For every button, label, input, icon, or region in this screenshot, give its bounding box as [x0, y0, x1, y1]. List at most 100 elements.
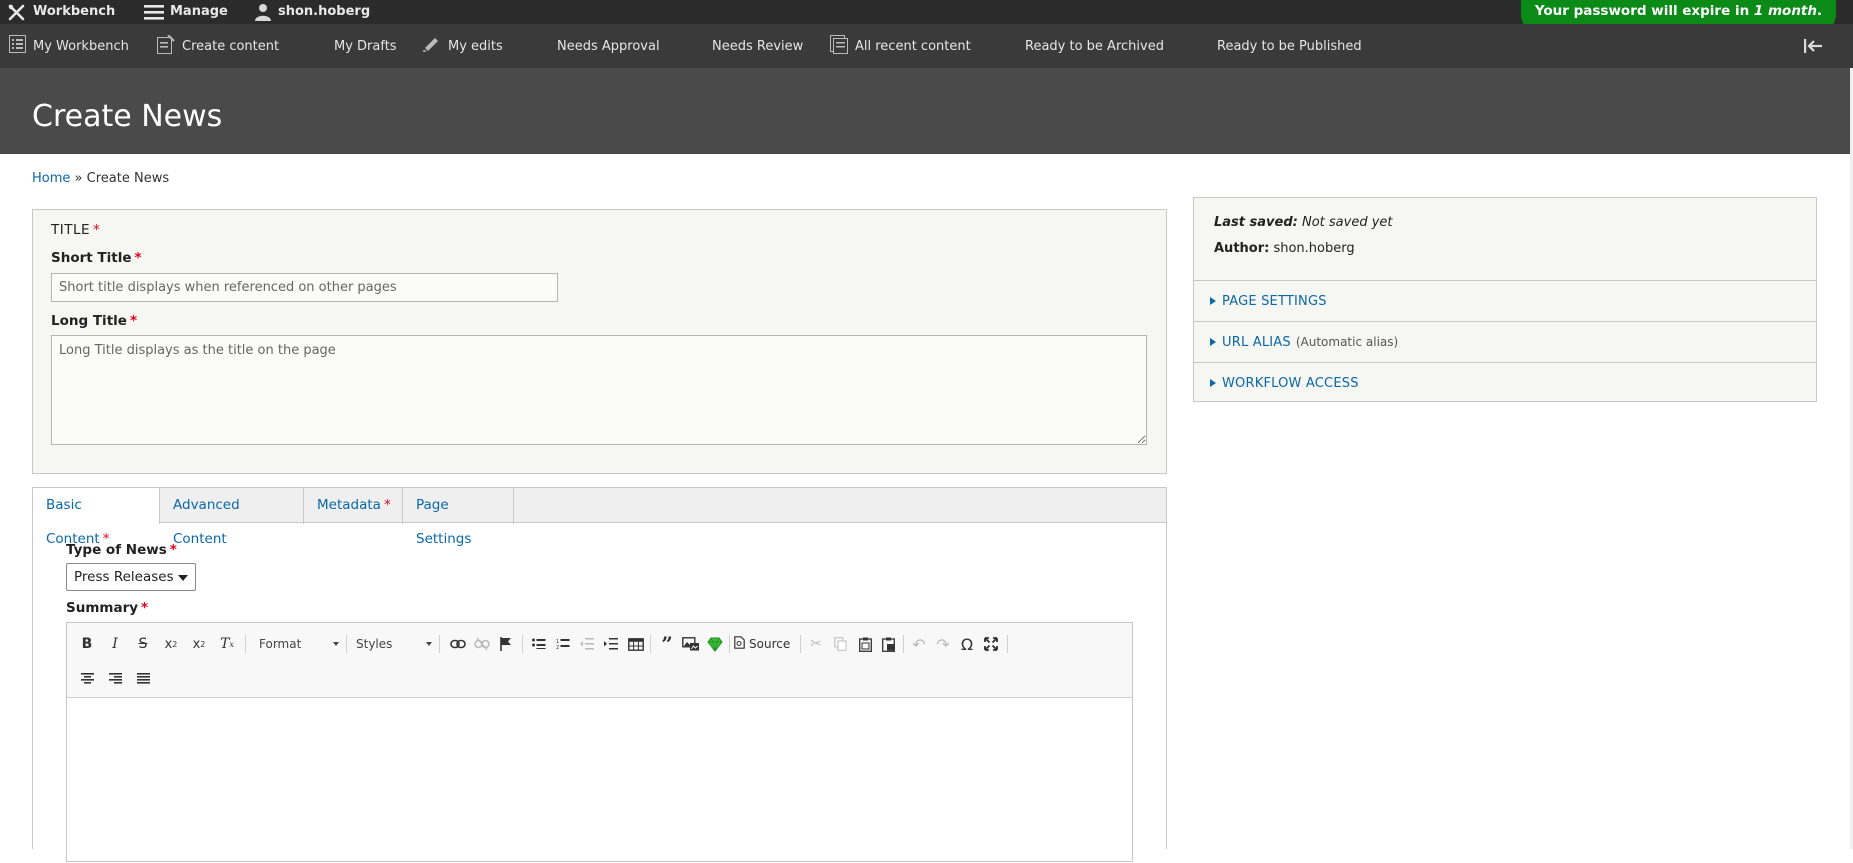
paste-from-word-icon[interactable] — [878, 633, 900, 655]
tab-label: Basic Content — [46, 497, 100, 547]
tab-label: Advanced Content — [173, 497, 240, 547]
chevron-down-icon — [178, 575, 188, 581]
news-type-select[interactable]: Press Releases — [66, 563, 196, 591]
toolbar-separator — [522, 635, 523, 653]
blockquote-icon[interactable]: ” — [656, 632, 678, 656]
summary-label-text: Summary — [66, 600, 139, 616]
align-right-icon[interactable] — [104, 667, 126, 689]
manage-toolbar-item[interactable]: Manage — [144, 0, 228, 24]
tray-item-ready-archived[interactable]: Ready to be Archived — [1025, 24, 1164, 68]
long-title-textarea[interactable] — [51, 335, 1147, 445]
paste-icon[interactable] — [854, 633, 876, 655]
workbench-label: Workbench — [33, 4, 116, 19]
tray-item-needs-approval[interactable]: Needs Approval — [557, 24, 660, 68]
styles-dropdown-label: Styles — [356, 637, 393, 651]
tray-label: My Drafts — [334, 38, 397, 54]
outdent-icon[interactable] — [576, 633, 598, 655]
section-label: URL Alias — [1222, 334, 1291, 350]
tray-item-my-drafts[interactable]: My Drafts — [334, 24, 397, 68]
tray-item-create-content[interactable]: Create content — [157, 24, 279, 68]
bold-icon[interactable]: B — [76, 633, 98, 655]
pencil-icon — [423, 36, 441, 56]
maximize-icon[interactable] — [980, 633, 1002, 655]
anchor-flag-icon[interactable] — [495, 633, 517, 655]
superscript-icon[interactable]: x2 — [188, 633, 210, 655]
author-value: shon.hoberg — [1273, 241, 1355, 256]
long-title-label: Long Title * — [51, 313, 137, 329]
tab-bar: Basic Content * Advanced Content Metadata… — [33, 488, 1166, 547]
expand-triangle-icon — [1210, 297, 1216, 305]
tray-item-my-edits[interactable]: My edits — [423, 24, 503, 68]
url-alias-section-toggle[interactable]: URL Alias (Automatic alias) — [1194, 321, 1816, 362]
link-icon[interactable] — [447, 633, 469, 655]
cut-icon[interactable]: ✂ — [805, 633, 827, 655]
source-icon — [734, 636, 745, 652]
tray-item-needs-review[interactable]: Needs Review — [712, 24, 803, 68]
user-name: shon.hoberg — [278, 4, 371, 19]
tab-page-settings[interactable]: Page Settings — [403, 488, 514, 547]
table-icon[interactable] — [625, 633, 647, 655]
entity-meta-sidebar: Last saved: Not saved yet Author: shon.h… — [1193, 197, 1817, 402]
news-type-label-text: Type of News — [66, 542, 167, 558]
tab-basic-content[interactable]: Basic Content * — [33, 488, 160, 547]
title-legend: Title * — [51, 222, 100, 238]
short-title-input[interactable] — [51, 273, 558, 302]
tab-metadata[interactable]: Metadata * — [304, 488, 403, 524]
workflow-access-section-toggle[interactable]: Workflow Access — [1194, 362, 1816, 403]
format-dropdown-label: Format — [259, 637, 302, 651]
styles-dropdown[interactable]: Styles — [356, 633, 432, 655]
toolbar-separator — [1007, 635, 1008, 653]
page-settings-section-toggle[interactable]: Page Settings — [1194, 280, 1816, 321]
subscript-icon[interactable]: x2 — [160, 633, 182, 655]
expand-triangle-icon — [1210, 338, 1216, 346]
collapse-tray-icon[interactable] — [1803, 38, 1823, 54]
align-center-icon[interactable] — [76, 667, 98, 689]
justify-icon[interactable] — [132, 667, 154, 689]
numbered-list-icon[interactable]: 12 — [552, 633, 574, 655]
tray-label: Ready to be Published — [1217, 38, 1362, 54]
redo-icon[interactable]: ↷ — [932, 633, 954, 655]
tab-advanced-content[interactable]: Advanced Content — [160, 488, 304, 547]
required-marker: * — [141, 600, 149, 616]
breadcrumb-home-link[interactable]: Home — [32, 171, 70, 186]
tray-item-my-workbench[interactable]: My Workbench — [9, 24, 129, 68]
format-dropdown[interactable]: Format — [259, 633, 339, 655]
italic-icon[interactable]: I — [104, 633, 126, 655]
remove-format-icon[interactable]: Tx — [216, 633, 238, 655]
tab-label: Metadata — [317, 497, 381, 513]
source-button[interactable]: Source — [734, 633, 794, 655]
last-saved-line: Last saved: Not saved yet — [1214, 215, 1393, 230]
toolbar-separator — [729, 635, 730, 653]
page-header: Create News — [0, 68, 1850, 154]
toolbar-separator — [439, 635, 440, 653]
tray-item-ready-published[interactable]: Ready to be Published — [1217, 24, 1362, 68]
strikethrough-icon[interactable]: S — [132, 633, 154, 655]
unlink-icon[interactable] — [471, 633, 493, 655]
tab-label: Page Settings — [416, 497, 472, 547]
hamburger-icon — [144, 4, 164, 20]
workbench-toolbar-item[interactable]: Workbench — [8, 0, 115, 24]
password-notice-emphasis: 1 month — [1753, 2, 1818, 19]
copy-icon[interactable] — [829, 633, 851, 655]
indent-icon[interactable] — [600, 633, 622, 655]
tray-label: Needs Approval — [557, 38, 660, 54]
news-type-selected-value: Press Releases — [74, 569, 174, 585]
user-icon — [254, 3, 272, 21]
required-marker: * — [93, 222, 101, 238]
section-label: Workflow Access — [1222, 375, 1359, 391]
editor-content-area[interactable] — [67, 699, 1132, 863]
password-notice-suffix: . — [1817, 2, 1823, 19]
user-toolbar-item[interactable]: shon.hoberg — [254, 0, 370, 24]
gem-icon[interactable] — [704, 633, 726, 655]
undo-icon[interactable]: ↶ — [908, 633, 930, 655]
toolbar-separator — [245, 635, 246, 653]
image-icon[interactable] — [680, 633, 702, 655]
author-label: Author: — [1214, 241, 1270, 256]
required-marker: * — [134, 250, 142, 266]
tray-item-all-recent-content[interactable]: All recent content — [830, 24, 971, 68]
long-title-label-text: Long Title — [51, 313, 127, 329]
special-character-icon[interactable]: Ω — [956, 633, 978, 655]
bulleted-list-icon[interactable] — [528, 633, 550, 655]
tray-label: All recent content — [855, 38, 971, 54]
breadcrumb: Home » Create News — [32, 171, 169, 186]
